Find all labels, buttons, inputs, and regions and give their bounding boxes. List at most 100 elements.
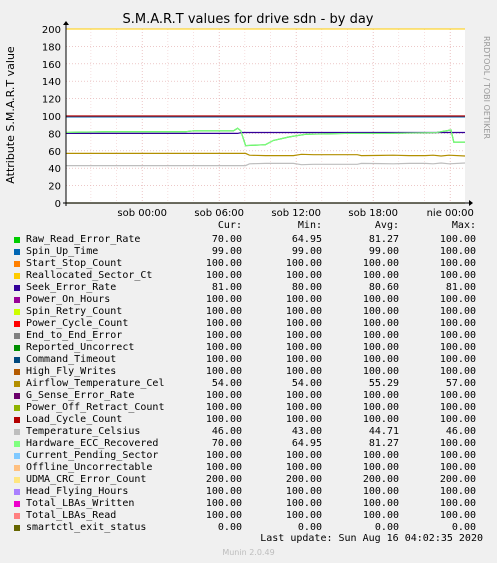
legend-max-value: 100.00 [439,414,476,425]
legend-header: Cur: Min: Avg: Max: [0,220,497,232]
legend-rows: Raw_Read_Error_Rate 70.00 64.95 81.27 100.00… [0,234,497,534]
legend-series-name: Power_Cycle_Count [26,318,129,329]
legend-row: Total_LBAs_Written 100.00 100.00 100.00 100.… [0,498,497,510]
legend-swatch [14,261,20,267]
legend-min-value: 80.00 [291,282,322,293]
legend-max-value: 100.00 [439,234,476,245]
plot-area: 0 20 40 60 80 100 120 140 160 180 200 sob 00:00 sob … [42,21,474,219]
legend-series-name: Seek_Error_Rate [26,282,117,293]
legend-series-name: Reported_Uncorrect [26,342,135,353]
legend-cur-value: 100.00 [205,330,242,341]
legend-series-name: End_to_End_Error [26,330,123,341]
legend-cur-value: 54.00 [211,378,242,389]
legend-min-value: 100.00 [285,414,322,425]
legend-row: G_Sense_Error_Rate 100.00 100.00 100.00 100.… [0,390,497,402]
legend-cur-value: 100.00 [205,498,242,509]
legend-min-value: 100.00 [285,486,322,497]
legend-min-value: 100.00 [285,462,322,473]
legend-avg-value: 100.00 [362,414,399,425]
legend-cur-value: 100.00 [205,510,242,521]
legend-swatch [14,333,20,339]
legend-swatch [14,273,20,279]
legend-min-value: 100.00 [285,342,322,353]
legend-avg-value: 100.00 [362,450,399,461]
legend-max-value: 100.00 [439,258,476,269]
legend-avg-value: 81.27 [368,438,399,449]
y-tick-label: 0 [55,199,61,210]
legend-row: Current_Pending_Sector 100.00 100.00 100.00… [0,450,497,462]
legend-max-value: 81.00 [445,282,476,293]
legend-avg-value: 55.29 [368,378,399,389]
legend-row: Command_Timeout 100.00 100.00 100.00 100.00 [0,354,497,366]
chart: S.M.A.R.T values for drive sdn - by day … [4,12,491,219]
x-tick-label: sob 06:00 [194,208,244,219]
legend-swatch [14,429,20,435]
legend-swatch [14,309,20,315]
y-tick-label: 40 [48,164,61,175]
legend-max-value: 100.00 [439,270,476,281]
legend-cur-value: 100.00 [205,402,242,413]
legend-avg-value: 100.00 [362,330,399,341]
legend-max-value: 46.00 [445,426,476,437]
legend-swatch [14,525,20,531]
legend-cur-value: 100.00 [205,366,242,377]
legend-cur-value: 100.00 [205,354,242,365]
legend-avg-value: 80.60 [368,282,399,293]
legend-avg-value: 100.00 [362,258,399,269]
legend-avg-value: 100.00 [362,462,399,473]
legend-max-value: 100.00 [439,438,476,449]
legend-swatch [14,285,20,291]
legend-min-value: 64.95 [291,234,322,245]
legend-row: Seek_Error_Rate 81.00 80.00 80.60 81.00 [0,282,497,294]
legend-max-value: 100.00 [439,462,476,473]
legend-cur-value: 200.00 [205,474,242,485]
legend-row: Start_Stop_Count 100.00 100.00 100.00 100.00 [0,258,497,270]
legend-avg-value: 100.00 [362,354,399,365]
legend-avg-value: 100.00 [362,486,399,497]
col-max-header: Max: [451,220,476,231]
legend-row: High_Fly_Writes 100.00 100.00 100.00 100.00 [0,366,497,378]
legend-row: Offline_Uncorrectable 100.00 100.00 100.00 1… [0,462,497,474]
legend-series-name: Start_Stop_Count [26,258,123,269]
legend-min-value: 100.00 [285,402,322,413]
legend-max-value: 100.00 [439,330,476,341]
legend-row: End_to_End_Error 100.00 100.00 100.00 100.00 [0,330,497,342]
legend-swatch [14,381,20,387]
legend-min-value: 100.00 [285,318,322,329]
legend-swatch [14,369,20,375]
legend-swatch [14,465,20,471]
legend-cur-value: 81.00 [211,282,242,293]
legend-swatch [14,489,20,495]
legend-max-value: 100.00 [439,450,476,461]
y-tick-label: 200 [42,25,61,36]
legend-avg-value: 100.00 [362,294,399,305]
legend-swatch [14,321,20,327]
legend-min-value: 100.00 [285,510,322,521]
munin-version: Munin 2.0.49 [222,548,275,557]
legend-cur-value: 100.00 [205,390,242,401]
legend-series-name: Current_Pending_Sector [26,450,159,461]
legend-avg-value: 100.00 [362,390,399,401]
legend-swatch [14,249,20,255]
legend-row: Power_Cycle_Count 100.00 100.00 100.00 100.0… [0,318,497,330]
legend-swatch [14,393,20,399]
legend-row: Spin_Up_Time 99.00 99.00 99.00 100.00 [0,246,497,258]
legend-series-name: Total_LBAs_Written [26,498,135,509]
legend-row: Load_Cycle_Count 100.00 100.00 100.00 100.00 [0,414,497,426]
legend-avg-value: 99.00 [368,246,399,257]
legend-max-value: 100.00 [439,390,476,401]
legend-swatch [14,477,20,483]
legend-row: Total_LBAs_Read 100.00 100.00 100.00 100.00 [0,510,497,522]
legend-cur-value: 100.00 [205,486,242,497]
legend-min-value: 100.00 [285,270,322,281]
legend-swatch [14,345,20,351]
legend-swatch [14,405,20,411]
legend-avg-value: 100.00 [362,342,399,353]
legend-series-name: Total_LBAs_Read [26,510,117,521]
legend-swatch [14,501,20,507]
y-tick-label: 140 [42,77,61,88]
legend-min-value: 100.00 [285,450,322,461]
legend-series-name: Temperature_Celsius [26,426,141,437]
x-tick-label: sob 12:00 [271,208,321,219]
legend-avg-value: 100.00 [362,498,399,509]
